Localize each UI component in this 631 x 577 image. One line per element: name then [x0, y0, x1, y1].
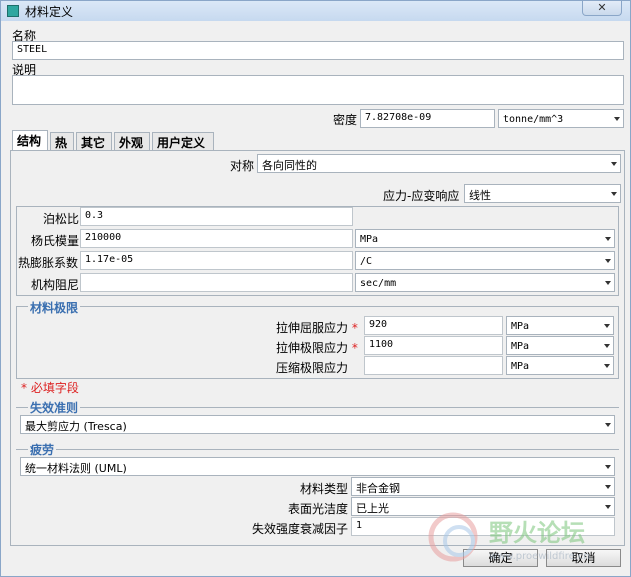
- chevron-down-icon: [611, 161, 617, 166]
- material-limits-title: 材料极限: [28, 299, 81, 316]
- required-fields-note: * 必填字段: [21, 381, 79, 395]
- material-type-label: 材料类型: [300, 482, 349, 496]
- compressive-ultimate-label: 压缩极限应力: [276, 361, 349, 375]
- tensile-ultimate-input[interactable]: 1100: [364, 336, 503, 355]
- density-unit-value: tonne/mm^3: [503, 114, 564, 125]
- window-title: 材料定义: [25, 5, 74, 19]
- failure-criterion-title: 失效准则: [28, 399, 81, 416]
- material-type-value: 非合金钢: [356, 482, 400, 495]
- watermark-url: www.proewildfire.cn: [489, 551, 590, 562]
- strength-reduction-label: 失效强度衰减因子: [252, 522, 349, 536]
- chevron-down-icon: [605, 484, 611, 489]
- density-label: 密度: [333, 113, 358, 127]
- symmetry-select[interactable]: 各向同性的: [257, 154, 621, 173]
- chevron-down-icon: [614, 116, 620, 121]
- close-button[interactable]: ✕: [582, 1, 622, 16]
- chevron-down-icon: [605, 464, 611, 469]
- poisson-label: 泊松比: [43, 212, 80, 226]
- compressive-ultimate-input[interactable]: [364, 356, 503, 375]
- stress-strain-label: 应力-应变响应: [383, 189, 460, 203]
- watermark-title: 野火论坛: [489, 519, 585, 547]
- tab-appearance[interactable]: 外观: [114, 132, 150, 150]
- thermal-expansion-label: 热膨胀系数: [18, 256, 79, 270]
- tensile-ultimate-label: 拉伸极限应力 *: [276, 341, 358, 355]
- flame-logo-icon: [428, 512, 478, 562]
- chevron-down-icon: [605, 280, 611, 285]
- app-icon: [7, 5, 19, 17]
- surface-finish-label: 表面光洁度: [288, 502, 349, 516]
- failure-criterion-value: 最大剪应力 (Tresca): [25, 420, 127, 433]
- tab-user-defined[interactable]: 用户定义: [152, 132, 214, 150]
- failure-criterion-select[interactable]: 最大剪应力 (Tresca): [20, 415, 615, 434]
- chevron-down-icon: [604, 323, 610, 328]
- title-bar: 材料定义 ✕: [1, 1, 630, 21]
- compressive-ultimate-unit-value: MPa: [511, 361, 530, 372]
- chevron-down-icon: [604, 343, 610, 348]
- damping-input[interactable]: [80, 273, 353, 292]
- forum-watermark: 野火论坛 www.proewildfire.cn: [421, 509, 631, 569]
- tab-thermal[interactable]: 热: [50, 132, 74, 150]
- damping-unit-value: sec/mm: [360, 278, 397, 289]
- chevron-down-icon: [605, 236, 611, 241]
- density-unit-select[interactable]: tonne/mm^3: [498, 109, 624, 128]
- chevron-down-icon: [605, 422, 611, 427]
- stress-strain-value: 线性: [469, 189, 491, 202]
- density-input[interactable]: 7.82708e-09: [360, 109, 495, 128]
- fatigue-separator: [16, 449, 619, 450]
- chevron-down-icon: [605, 258, 611, 263]
- thermal-expansion-unit-value: /C: [360, 256, 373, 267]
- material-type-select[interactable]: 非合金钢: [351, 477, 615, 496]
- chevron-down-icon: [605, 504, 611, 509]
- tensile-yield-unit-select[interactable]: MPa: [506, 316, 614, 335]
- poisson-input[interactable]: 0.3: [80, 207, 353, 226]
- stress-strain-select[interactable]: 线性: [464, 184, 621, 203]
- tensile-yield-unit-value: MPa: [511, 321, 530, 332]
- compressive-ultimate-unit-select[interactable]: MPa: [506, 356, 614, 375]
- tab-other[interactable]: 其它: [76, 132, 112, 150]
- symmetry-value: 各向同性的: [262, 159, 317, 172]
- youngs-unit-select[interactable]: MPa: [355, 229, 615, 248]
- tensile-ultimate-unit-value: MPa: [511, 341, 530, 352]
- tab-structural[interactable]: 结构: [12, 130, 48, 150]
- fatigue-title: 疲劳: [28, 441, 57, 458]
- fatigue-method-select[interactable]: 统一材料法则 (UML): [20, 457, 615, 476]
- thermal-expansion-unit-select[interactable]: /C: [355, 251, 615, 270]
- damping-unit-select[interactable]: sec/mm: [355, 273, 615, 292]
- symmetry-label: 对称: [230, 159, 255, 173]
- tensile-yield-input[interactable]: 920: [364, 316, 503, 335]
- chevron-down-icon: [611, 191, 617, 196]
- chevron-down-icon: [604, 363, 610, 368]
- fatigue-method-value: 统一材料法则 (UML): [25, 462, 127, 475]
- name-input[interactable]: STEEL: [12, 41, 624, 60]
- surface-finish-value: 已上光: [356, 502, 389, 515]
- material-definition-dialog: 材料定义 ✕ 名称 STEEL 说明 密度 7.82708e-09 tonne/…: [0, 0, 631, 577]
- thermal-expansion-input[interactable]: 1.17e-05: [80, 251, 353, 270]
- youngs-label: 杨氏模量: [31, 234, 80, 248]
- tensile-ultimate-unit-select[interactable]: MPa: [506, 336, 614, 355]
- youngs-unit-value: MPa: [360, 234, 379, 245]
- failure-separator: [16, 407, 619, 408]
- description-input[interactable]: [12, 75, 624, 105]
- damping-label: 机构阻尼: [31, 278, 80, 292]
- youngs-input[interactable]: 210000: [80, 229, 353, 248]
- tensile-yield-label: 拉伸屈服应力 *: [276, 321, 358, 335]
